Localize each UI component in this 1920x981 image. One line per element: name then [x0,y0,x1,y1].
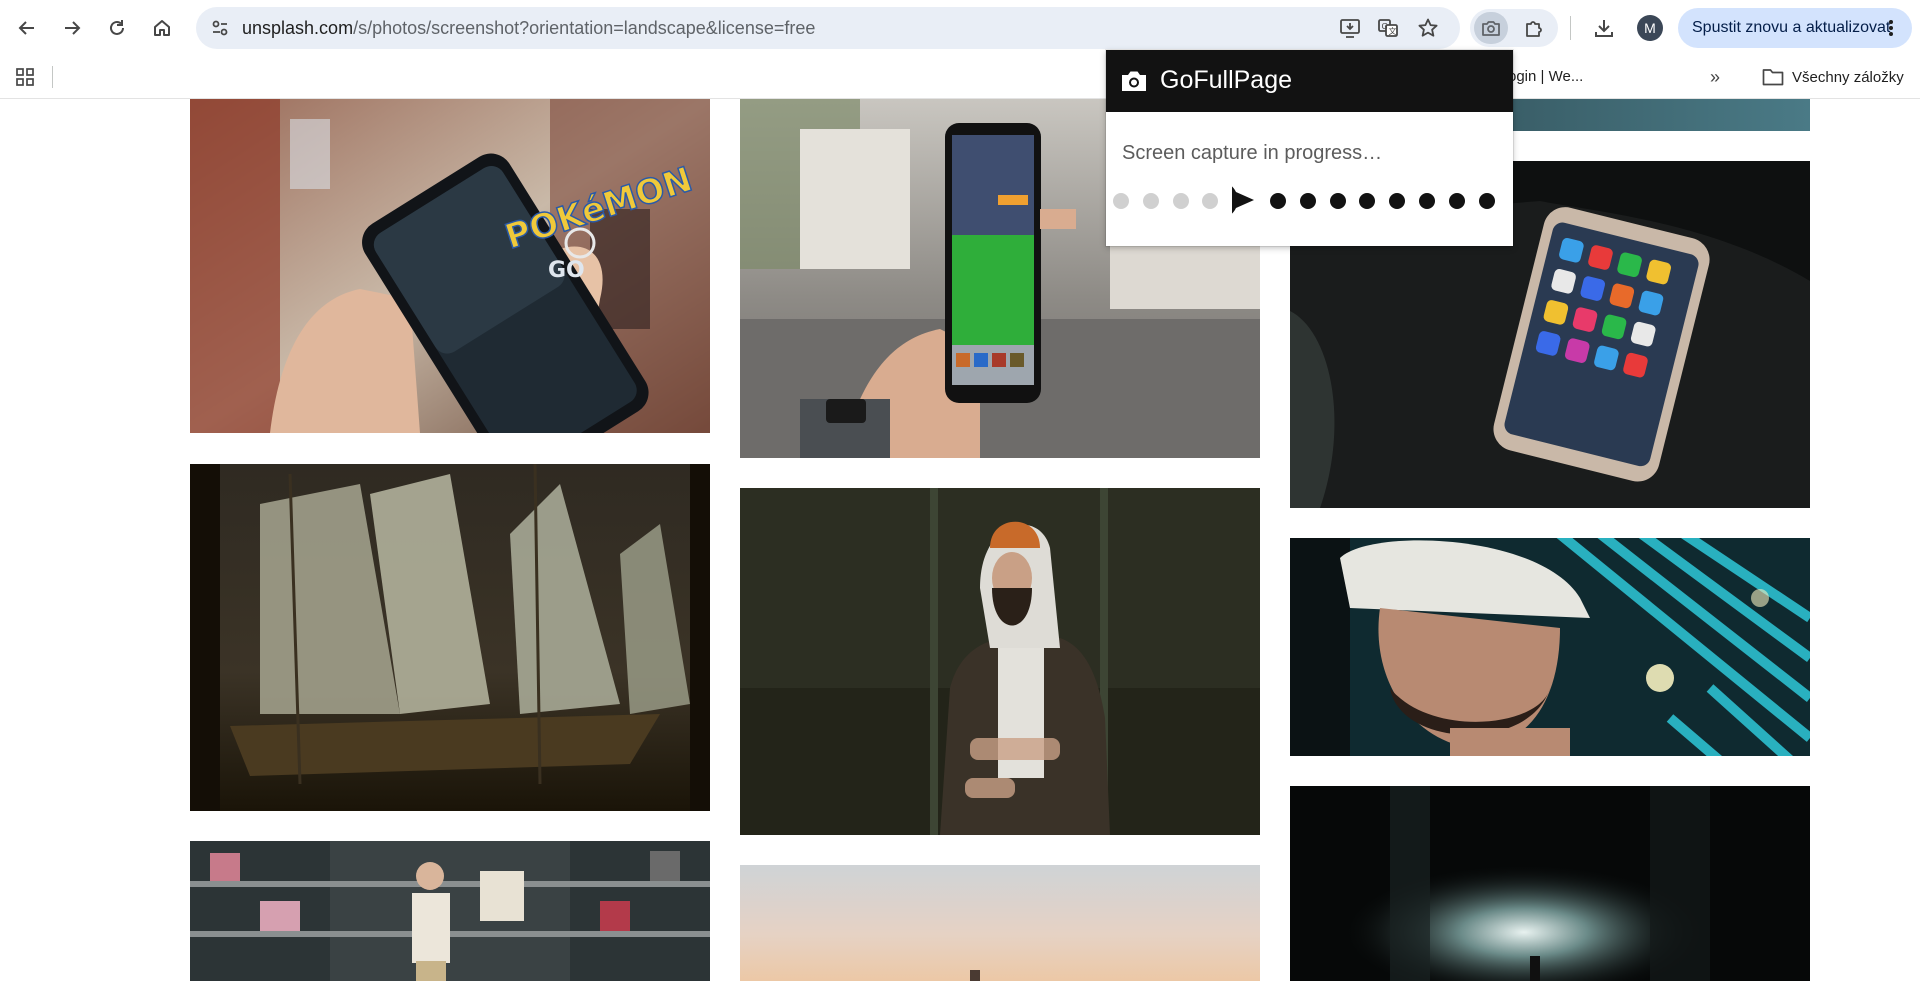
url-host: unsplash.com [242,18,354,38]
all-bookmarks-folder[interactable]: Všechny záložky [1762,64,1904,90]
progress-dot-pending [1299,193,1316,209]
svg-text:文: 文 [1389,26,1397,36]
menu-kebab-icon[interactable] [1880,16,1902,40]
progress-dot-pending [1478,193,1495,209]
gofullpage-title: GoFullPage [1160,66,1293,94]
translate-icon[interactable]: G文 [1372,12,1404,44]
progress-dot-pending [1448,193,1465,209]
downloads-icon[interactable] [1586,10,1622,46]
gofullpage-header: GoFullPage [1106,50,1513,112]
photo-sailing-ship-model[interactable] [190,464,710,811]
reload-icon[interactable] [99,10,135,46]
install-app-icon[interactable] [1334,12,1366,44]
address-bar[interactable]: unsplash.com/s/photos/screenshot?orienta… [196,7,1460,49]
bookmarks-overflow-icon[interactable]: » [1702,64,1728,90]
url-text[interactable]: unsplash.com/s/photos/screenshot?orienta… [242,18,815,39]
bookmarks-separator [52,66,53,88]
browser-toolbar: unsplash.com/s/photos/screenshot?orienta… [0,0,1920,56]
extensions-puzzle-icon[interactable] [1518,12,1552,44]
folder-icon [1762,69,1784,86]
home-icon[interactable] [144,10,180,46]
progress-dot-pending [1329,193,1346,209]
capture-status-text: Screen capture in progress… [1122,142,1383,164]
camera-icon [1122,71,1146,91]
extensions-group [1470,9,1558,47]
progress-dot-complete [1113,193,1129,209]
url-path: /s/photos/screenshot?orientation=landsca… [353,18,816,38]
progress-dot-pending [1419,193,1435,209]
progress-dot-complete [1172,193,1189,209]
pokemon-go-text: GO [548,258,585,283]
site-info-icon[interactable] [204,12,236,44]
toolbar-divider [1570,16,1571,40]
photo-man-in-hoodie[interactable] [740,488,1260,835]
svg-text:G: G [1382,22,1388,31]
back-icon[interactable] [9,10,45,46]
bookmark-star-icon[interactable] [1412,12,1444,44]
apps-grid-icon[interactable] [12,64,38,90]
progress-dot-pending [1270,193,1286,209]
bookmarks-bar: ogin | We... » Všechny záložky [0,56,1920,99]
photo-man-in-cap[interactable] [1290,538,1810,756]
photo-pokemon-go-phone[interactable]: POKéMON GO [190,99,710,433]
photo-man-with-bags[interactable] [190,841,710,981]
forward-icon[interactable] [54,10,90,46]
gofullpage-popup: GoFullPage Screen capture in progress… [1106,50,1513,246]
photo-sunset-sky[interactable] [740,865,1260,981]
gofullpage-extension-icon[interactable] [1474,12,1508,44]
photo-dark-alley-light[interactable] [1290,786,1810,981]
update-relaunch-button[interactable]: Spustit znovu a aktualizovat [1678,8,1912,48]
profile-avatar[interactable]: M [1637,15,1663,41]
progress-dot-complete [1142,193,1159,209]
update-button-label: Spustit znovu a aktualizovat [1692,19,1891,36]
all-bookmarks-label: Všechny záložky [1792,68,1904,86]
bookmark-item[interactable]: ogin | We... [1508,68,1583,85]
